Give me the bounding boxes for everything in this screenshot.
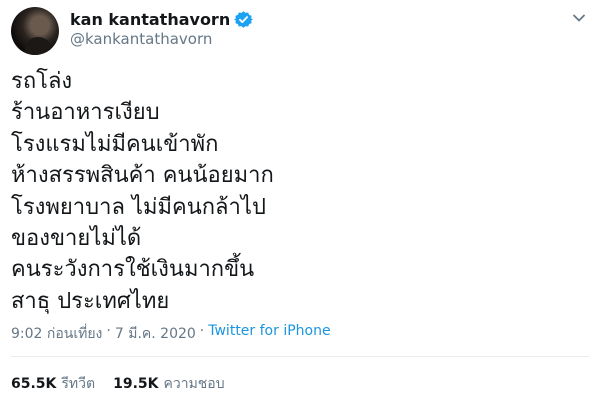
tweet-text-line: รถโล่ง <box>11 69 73 94</box>
tweet-text-line: โรงแรมไม่มีคนเข้าพัก <box>11 131 219 157</box>
tweet-text: รถโล่ง ร้านอาหารเงียบ โรงแรมไม่มีคนเข้าพ… <box>11 66 571 317</box>
likes-stat[interactable]: 19.5K ความชอบ <box>113 373 225 395</box>
meta-separator: · <box>199 323 205 339</box>
tweet-source-link[interactable]: Twitter for iPhone <box>208 323 330 345</box>
likes-label: ความชอบ <box>163 376 225 392</box>
retweets-stat[interactable]: 65.5K รีทวีต <box>11 373 95 395</box>
verified-badge-icon <box>234 10 254 29</box>
tweet-text-line: ของขายไม่ได้ <box>11 225 142 251</box>
tweet-metadata: 9:02 ก่อนเที่ยง · 7 มี.ค. 2020 · Twitter… <box>11 323 331 345</box>
tweet-text-line: สาธุ ประเทศไทย <box>11 288 170 314</box>
tweet-time[interactable]: 9:02 ก่อนเที่ยง <box>11 323 102 345</box>
chevron-down-icon[interactable] <box>571 10 587 26</box>
tweet-text-line: ห้างสรรพสินค้า คนน้อยมาก <box>11 163 274 189</box>
engagement-stats: 65.5K รีทวีต 19.5K ความชอบ <box>11 373 243 395</box>
meta-separator: · <box>106 323 111 339</box>
divider <box>11 356 589 357</box>
user-handle[interactable]: @kankantathavorn <box>70 30 212 48</box>
likes-count: 19.5K <box>113 376 159 392</box>
tweet-text-line: คนระวังการใช้เงินมากขึ้น <box>11 257 255 283</box>
tweet-text-line: โรงพยาบาล ไม่มีคนกล้าไป <box>11 194 266 220</box>
author-name-row: kan kantathavorn <box>70 8 254 30</box>
tweet-card: kan kantathavorn @kankantathavorn รถโล่ง… <box>0 0 600 407</box>
retweets-count: 65.5K <box>11 376 57 392</box>
tweet-text-line: ร้านอาหารเงียบ <box>11 100 160 126</box>
display-name[interactable]: kan kantathavorn <box>70 10 230 29</box>
avatar[interactable] <box>11 7 59 55</box>
tweet-date[interactable]: 7 มี.ค. 2020 <box>115 323 196 345</box>
retweets-label: รีทวีต <box>61 376 96 392</box>
